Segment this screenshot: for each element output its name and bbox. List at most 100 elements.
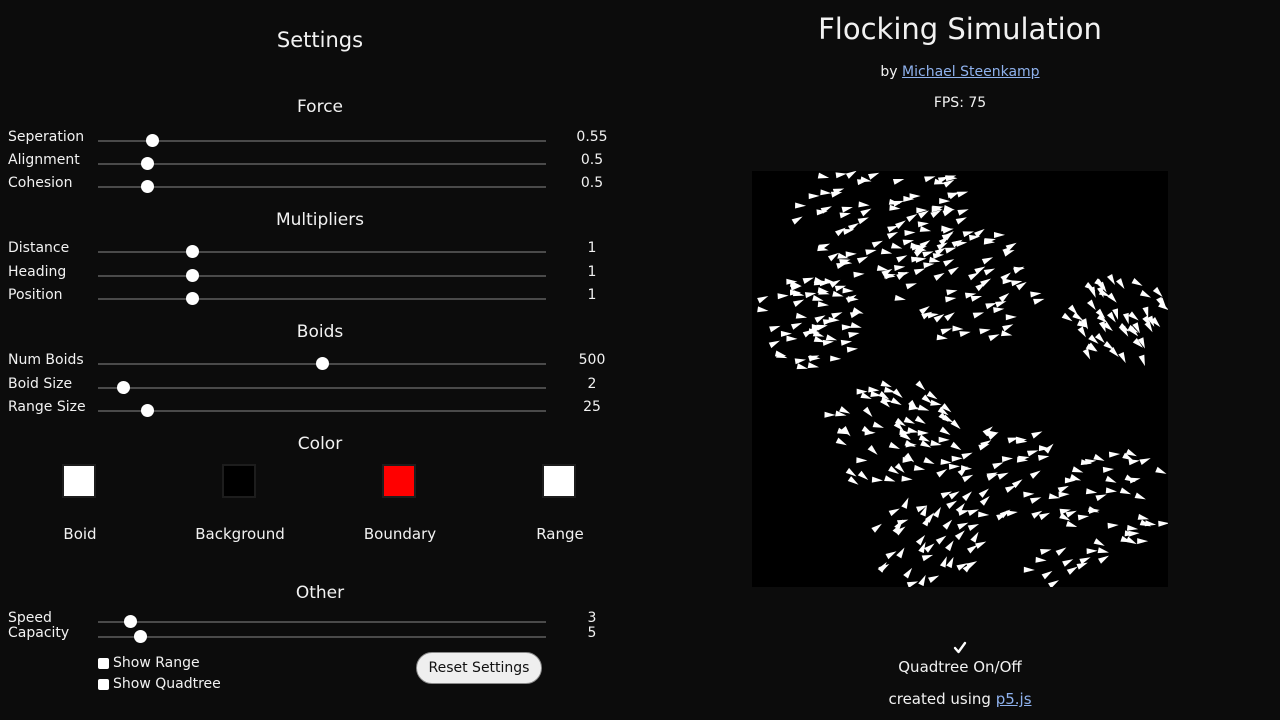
range-size-slider-thumb[interactable] xyxy=(141,404,155,417)
boid xyxy=(880,380,892,388)
range-size-slider[interactable] xyxy=(98,404,546,417)
boid xyxy=(1077,326,1086,338)
section-other-title: Other xyxy=(295,583,345,603)
boid xyxy=(862,406,873,417)
heading-slider[interactable] xyxy=(98,269,546,282)
boid xyxy=(945,540,954,552)
boid xyxy=(872,421,884,428)
boid xyxy=(1030,291,1042,298)
boid xyxy=(846,346,859,353)
boid xyxy=(1026,450,1039,457)
boid xyxy=(841,206,853,213)
boid xyxy=(839,212,851,219)
boid xyxy=(1125,536,1137,545)
cohesion-slider[interactable] xyxy=(98,180,546,193)
speed-slider-thumb[interactable] xyxy=(124,615,138,628)
boid-color-picker[interactable] xyxy=(62,464,96,498)
boid xyxy=(1048,493,1061,500)
range-color-picker[interactable] xyxy=(542,464,576,498)
reset-settings-button[interactable]: Reset Settings xyxy=(416,652,542,684)
boid xyxy=(894,294,906,301)
boid xyxy=(757,296,769,304)
num-boids-slider-thumb[interactable] xyxy=(316,357,329,370)
page-title: Flocking Simulation xyxy=(818,12,1102,46)
boid xyxy=(1129,477,1141,484)
boid xyxy=(1023,566,1035,573)
boid xyxy=(993,307,1005,314)
boundary-color-picker[interactable] xyxy=(382,464,416,498)
boid xyxy=(915,256,927,263)
num-boids-label: Num Boids xyxy=(8,352,84,368)
alignment-slider-thumb[interactable] xyxy=(141,157,155,170)
boid-size-slider-thumb[interactable] xyxy=(116,381,130,394)
boid xyxy=(1139,290,1152,298)
boid xyxy=(1103,340,1115,350)
separation-slider[interactable] xyxy=(98,134,546,147)
boid xyxy=(939,426,951,436)
p5js-link[interactable]: p5.js xyxy=(996,690,1032,708)
boid xyxy=(938,436,950,443)
boid xyxy=(842,287,854,294)
distance-slider-thumb[interactable] xyxy=(186,245,200,258)
boid xyxy=(825,334,838,341)
boid xyxy=(1048,580,1059,587)
boundary-color-label: Boundary xyxy=(363,525,437,543)
boid xyxy=(975,541,987,549)
section-force-title: Force xyxy=(297,97,343,117)
background-color-picker[interactable] xyxy=(222,464,256,498)
boid-color-label: Boid xyxy=(63,525,97,543)
capacity-slider-thumb[interactable] xyxy=(133,630,147,643)
boid xyxy=(1137,513,1150,520)
show-range-label[interactable]: Show Range xyxy=(113,655,200,671)
boid xyxy=(895,220,906,230)
boid xyxy=(1085,488,1098,495)
boid xyxy=(944,312,955,322)
boid xyxy=(1058,491,1070,498)
capacity-slider[interactable] xyxy=(98,630,546,643)
distance-slider[interactable] xyxy=(98,245,546,258)
alignment-slider[interactable] xyxy=(98,157,546,170)
boid xyxy=(1093,453,1105,461)
boid xyxy=(913,464,926,471)
boid xyxy=(830,191,843,198)
boid xyxy=(1082,348,1091,360)
range-color-label: Range xyxy=(536,525,584,543)
boid xyxy=(943,205,955,211)
show-quadtree-label[interactable]: Show Quadtree xyxy=(113,676,221,692)
show-range-checkbox[interactable] xyxy=(98,658,109,669)
boid xyxy=(827,252,839,262)
quadtree-checkmark-icon[interactable] xyxy=(953,640,967,654)
boid xyxy=(876,264,889,271)
separation-slider-thumb[interactable] xyxy=(145,134,159,147)
boid xyxy=(978,511,990,518)
simulation-canvas[interactable] xyxy=(752,171,1168,587)
settings-title: Settings xyxy=(276,28,364,52)
boid xyxy=(906,581,919,587)
boid-size-slider[interactable] xyxy=(98,381,546,394)
boid xyxy=(1001,456,1014,463)
boid xyxy=(817,301,829,308)
boid xyxy=(940,328,952,335)
heading-slider-thumb[interactable] xyxy=(186,269,200,282)
boid xyxy=(992,462,1004,470)
range-size-value: 25 xyxy=(583,399,601,415)
boid xyxy=(1069,474,1082,481)
boid xyxy=(946,500,958,509)
boid xyxy=(845,171,857,179)
position-slider-thumb[interactable] xyxy=(186,292,200,305)
boid-size-value: 2 xyxy=(587,376,597,392)
cohesion-slider-thumb[interactable] xyxy=(141,180,155,193)
speed-slider[interactable] xyxy=(98,615,546,628)
boid xyxy=(913,268,926,276)
boid xyxy=(943,179,955,188)
boid xyxy=(1005,314,1017,321)
boid xyxy=(860,208,872,217)
quadtree-toggle-label[interactable]: Quadtree On/Off xyxy=(640,658,1280,676)
boid xyxy=(939,556,947,568)
author-link[interactable]: Michael Steenkamp xyxy=(902,64,1040,80)
show-quadtree-checkbox[interactable] xyxy=(98,679,109,690)
position-slider[interactable] xyxy=(98,292,546,305)
boid xyxy=(856,256,869,264)
boid xyxy=(1107,522,1119,529)
num-boids-slider[interactable] xyxy=(98,357,546,370)
